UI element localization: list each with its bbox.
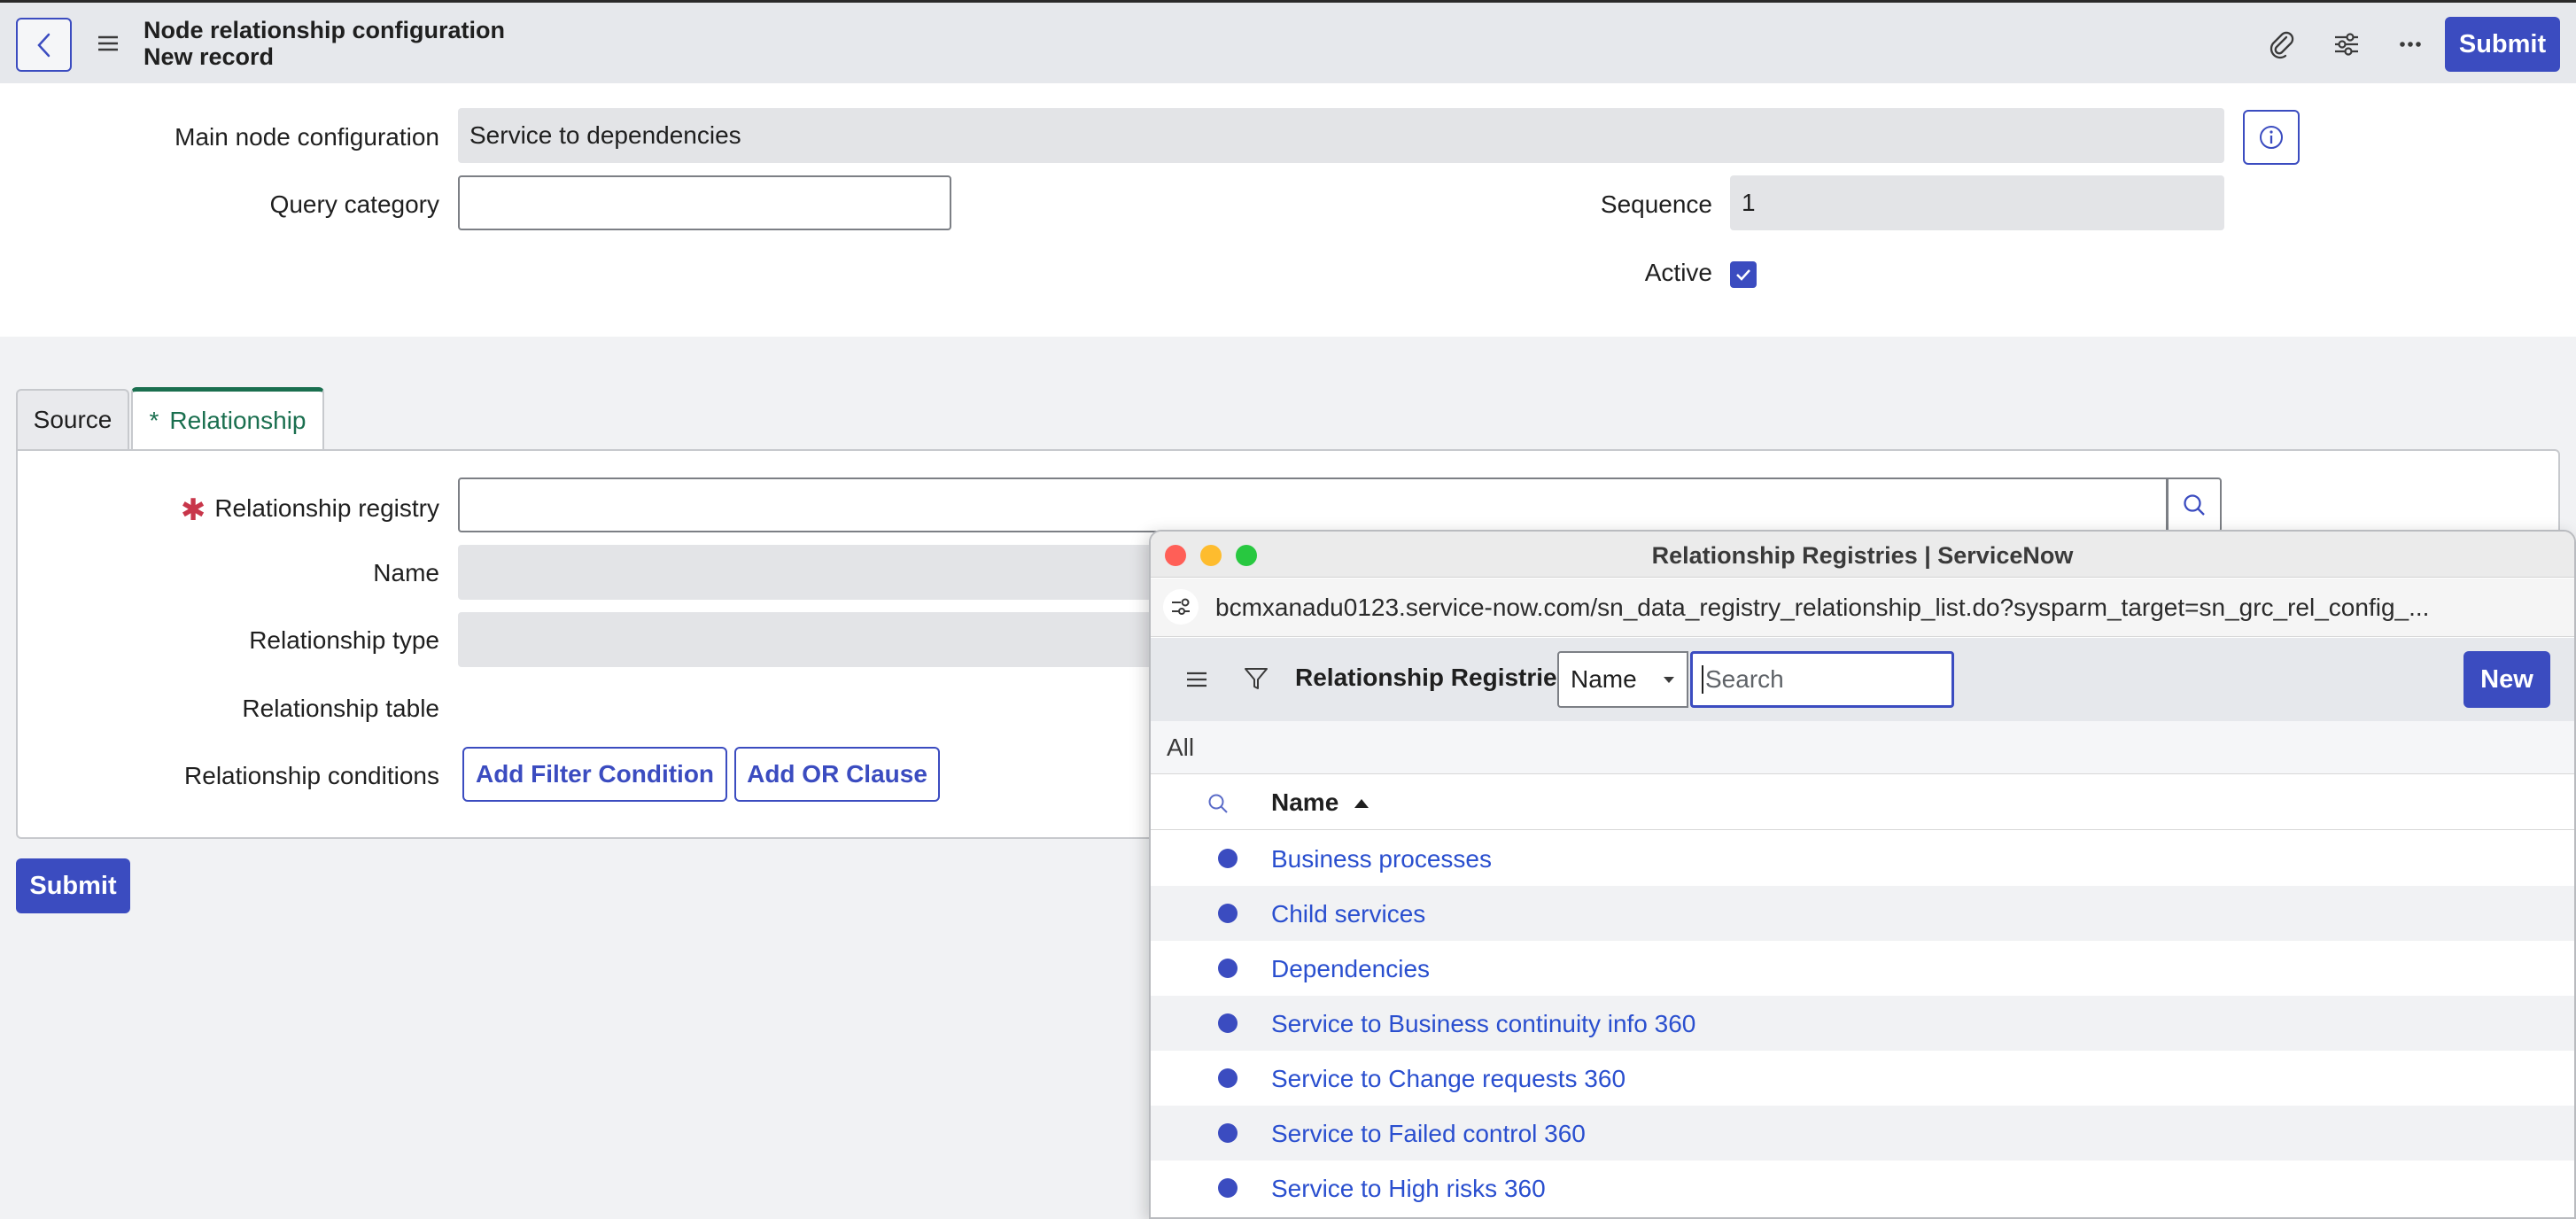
record-preview-icon[interactable] xyxy=(1218,1013,1238,1033)
url-text[interactable]: bcmxanadu0123.service-now.com/sn_data_re… xyxy=(1215,594,2562,622)
record-preview-icon[interactable] xyxy=(1218,1123,1238,1143)
list-item-link[interactable]: Service to Failed control 360 xyxy=(1271,1120,1586,1148)
relationship-registry-label: ✱ Relationship registry xyxy=(174,493,439,528)
relationship-registry-input[interactable] xyxy=(458,478,2168,532)
list-item[interactable]: Business processes xyxy=(1151,831,2574,886)
column-search-icon[interactable] xyxy=(1206,791,1230,820)
record-preview-icon[interactable] xyxy=(1218,1068,1238,1088)
info-icon xyxy=(2260,126,2283,149)
info-button[interactable] xyxy=(2243,110,2300,165)
paperclip-icon[interactable] xyxy=(2265,27,2299,61)
search-field-select[interactable]: Name xyxy=(1557,651,1688,708)
list-item[interactable]: Dependencies xyxy=(1151,941,2574,996)
list-item-link[interactable]: Service to Change requests 360 xyxy=(1271,1065,1626,1093)
url-bar[interactable]: bcmxanadu0123.service-now.com/sn_data_re… xyxy=(1151,578,2574,637)
list-item-link[interactable]: Dependencies xyxy=(1271,955,1430,983)
relationship-type-label: Relationship type xyxy=(249,626,439,654)
filter-icon[interactable] xyxy=(1243,665,1269,696)
relationship-registry-label-text: Relationship registry xyxy=(214,494,439,522)
list-menu-icon[interactable] xyxy=(1184,667,1209,696)
new-button[interactable]: New xyxy=(2463,651,2550,708)
relationship-registries-popup: Relationship Registries | ServiceNow bcm… xyxy=(1149,530,2576,1219)
popup-window-title: Relationship Registries | ServiceNow xyxy=(1651,542,2074,569)
page-title: Node relationship configuration New reco… xyxy=(144,17,505,70)
caret-down-icon xyxy=(1664,677,1674,683)
query-category-label: Query category xyxy=(269,190,439,218)
submit-button-top[interactable]: Submit xyxy=(2445,17,2560,72)
popup-titlebar: Relationship Registries | ServiceNow xyxy=(1151,532,2574,578)
breadcrumb[interactable]: All xyxy=(1151,721,2574,774)
sort-ascending-icon xyxy=(1354,799,1369,808)
sequence-label: Sequence xyxy=(1600,190,1712,218)
active-checkbox[interactable] xyxy=(1730,261,1757,288)
text-cursor xyxy=(1702,665,1703,694)
site-settings-icon[interactable] xyxy=(1163,589,1199,625)
relationship-table-label: Relationship table xyxy=(242,695,439,722)
list-toolbar: Relationship Registries Name Search New xyxy=(1151,638,2574,721)
submit-button-bottom[interactable]: Submit xyxy=(16,858,130,913)
list-item[interactable]: Service to Business continuity info 360 xyxy=(1151,996,2574,1051)
chevron-left-icon xyxy=(36,33,50,57)
registry-lookup-button[interactable] xyxy=(2167,478,2222,532)
column-header-row: Name xyxy=(1151,775,2574,830)
required-icon: ✱ xyxy=(180,493,206,527)
settings-sliders-icon[interactable] xyxy=(2330,27,2363,61)
menu-icon[interactable] xyxy=(96,31,120,56)
breadcrumb-all[interactable]: All xyxy=(1167,734,1194,762)
back-button[interactable] xyxy=(16,18,72,72)
list-search-input[interactable]: Search xyxy=(1690,651,1954,708)
add-filter-condition-button[interactable]: Add Filter Condition xyxy=(462,747,727,802)
list-search-placeholder: Search xyxy=(1705,665,1784,693)
tab-relationship[interactable]: * Relationship xyxy=(131,387,324,449)
search-icon xyxy=(2184,494,2205,516)
list-title: Relationship Registries xyxy=(1295,664,1571,691)
more-options-icon[interactable] xyxy=(2394,27,2427,61)
search-field-select-value: Name xyxy=(1571,665,1637,693)
page-title-line2: New record xyxy=(144,43,275,70)
form-header: Node relationship configuration New reco… xyxy=(0,0,2576,83)
record-preview-icon[interactable] xyxy=(1218,1178,1238,1198)
list-item[interactable]: Service to Change requests 360 xyxy=(1151,1051,2574,1106)
column-header-name[interactable]: Name xyxy=(1271,788,1369,817)
list-item-link[interactable]: Service to High risks 360 xyxy=(1271,1175,1546,1203)
list-item-link[interactable]: Service to Business continuity info 360 xyxy=(1271,1010,1695,1038)
tab-relationship-label: Relationship xyxy=(169,406,306,434)
sequence-field[interactable]: 1 xyxy=(1730,175,2224,230)
list-item-link[interactable]: Child services xyxy=(1271,900,1425,928)
active-label: Active xyxy=(1644,259,1712,286)
column-header-name-label: Name xyxy=(1271,788,1339,816)
main-node-label: Main node configuration xyxy=(175,123,439,151)
page-title-line1: Node relationship configuration xyxy=(144,17,506,43)
record-preview-icon[interactable] xyxy=(1218,904,1238,923)
main-node-field[interactable]: Service to dependencies xyxy=(458,108,2224,163)
record-preview-icon[interactable] xyxy=(1218,849,1238,868)
relationship-conditions-label: Relationship conditions xyxy=(184,762,439,789)
list-item[interactable]: Service to Failed control 360 xyxy=(1151,1106,2574,1161)
record-preview-icon[interactable] xyxy=(1218,959,1238,978)
list-item[interactable]: Service to High risks 360 xyxy=(1151,1161,2574,1215)
list-item[interactable]: Child services xyxy=(1151,886,2574,941)
query-category-input[interactable] xyxy=(458,175,951,230)
tab-relationship-star: * xyxy=(149,406,159,434)
list-item-link[interactable]: Business processes xyxy=(1271,845,1492,873)
add-or-clause-button[interactable]: Add OR Clause xyxy=(734,747,940,802)
name-label: Name xyxy=(373,559,439,586)
tab-source[interactable]: Source xyxy=(16,389,129,449)
check-icon xyxy=(1736,269,1750,281)
